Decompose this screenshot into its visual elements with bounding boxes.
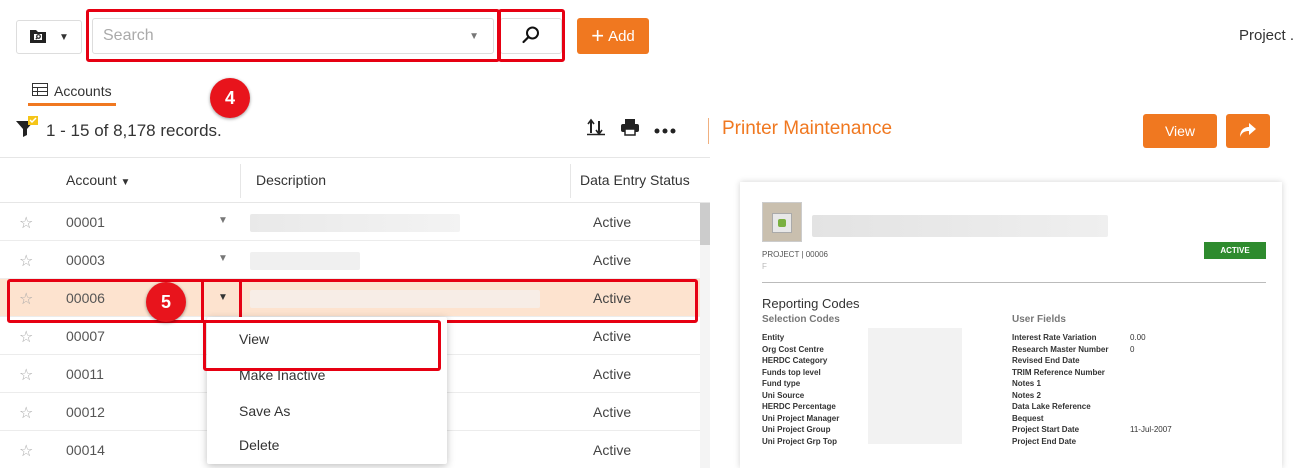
status-cell: Active xyxy=(593,404,632,420)
menu-item-make-inactive[interactable]: Make Inactive xyxy=(239,367,325,383)
selection-codes-list: Entity Org Cost Centre HERDC Category Fu… xyxy=(762,333,840,446)
status-cell: Active xyxy=(593,442,632,458)
status-cell: Active xyxy=(593,366,632,382)
star-icon[interactable]: ☆ xyxy=(19,251,33,271)
account-cell: 00011 xyxy=(66,366,104,382)
star-icon[interactable]: ☆ xyxy=(19,403,33,423)
tab-accounts[interactable]: Accounts xyxy=(28,78,116,106)
status-badge: ACTIVE xyxy=(1204,242,1266,259)
column-header-account[interactable]: Account ▼ xyxy=(66,172,130,188)
star-icon[interactable]: ☆ xyxy=(19,365,33,385)
row-menu-caret-icon[interactable]: ▼ xyxy=(206,280,240,314)
plus-icon: + xyxy=(591,23,605,48)
toolbar-divider xyxy=(708,118,709,144)
menu-item-view[interactable]: View xyxy=(239,331,269,347)
star-icon[interactable]: ☆ xyxy=(19,213,33,233)
record-title: Printer Maintenance xyxy=(722,118,893,139)
search-box: ▼ xyxy=(92,18,494,54)
preview-subtitle-2: F xyxy=(762,262,767,271)
column-divider xyxy=(570,164,571,198)
project-label[interactable]: Project . xyxy=(1239,27,1293,44)
column-divider xyxy=(240,164,241,198)
preview-title-redacted xyxy=(812,215,1108,237)
chevron-down-icon[interactable]: ▼ xyxy=(469,31,479,42)
view-button[interactable]: View xyxy=(1143,114,1217,148)
table-icon xyxy=(32,82,48,99)
divider xyxy=(762,282,1266,283)
annotation-badge-5: 5 xyxy=(146,282,186,322)
account-cell: 00001 xyxy=(66,214,105,230)
selection-values-redacted xyxy=(868,328,962,444)
description-cell-redacted xyxy=(250,290,540,308)
more-icon[interactable] xyxy=(654,121,676,139)
scrollbar-thumb[interactable] xyxy=(700,203,710,245)
account-cell: 00012 xyxy=(66,404,105,420)
star-icon[interactable]: ☆ xyxy=(19,289,33,309)
record-preview-card: PROJECT | 00006 F ACTIVE Reporting Codes… xyxy=(740,182,1282,468)
table-scrollbar[interactable] xyxy=(700,203,710,468)
menu-item-delete[interactable]: Delete xyxy=(239,437,279,453)
next-record-button[interactable] xyxy=(1226,114,1270,148)
user-fields-heading: User Fields xyxy=(1012,314,1066,325)
add-button[interactable]: + Add xyxy=(577,18,649,54)
selection-codes-heading: Selection Codes xyxy=(762,314,840,325)
star-icon[interactable]: ☆ xyxy=(19,327,33,347)
chevron-down-icon: ▼ xyxy=(59,31,69,43)
column-header-description[interactable]: Description xyxy=(256,172,326,188)
status-cell: Active xyxy=(593,214,632,230)
star-icon[interactable]: ☆ xyxy=(19,441,33,461)
reporting-codes-heading: Reporting Codes xyxy=(762,296,860,311)
row-context-menu: View Make Inactive Save As Delete xyxy=(207,317,447,464)
list-toolbar xyxy=(586,118,676,141)
tab-accounts-label: Accounts xyxy=(54,82,112,99)
search-icon xyxy=(521,25,541,48)
table-header: Account ▼ Description Data Entry Status xyxy=(0,157,710,203)
print-icon[interactable] xyxy=(620,118,640,141)
sort-icon[interactable] xyxy=(586,118,606,141)
status-cell: Active xyxy=(593,290,632,306)
preview-subtitle: PROJECT | 00006 xyxy=(762,250,828,259)
next-record-icon xyxy=(1238,121,1258,142)
sort-desc-icon: ▼ xyxy=(120,177,131,188)
folder-menu-button[interactable]: ▼ xyxy=(16,20,82,54)
column-header-status[interactable]: Data Entry Status xyxy=(580,172,690,188)
description-cell-redacted xyxy=(250,252,360,270)
status-cell: Active xyxy=(593,252,632,268)
account-cell: 00007 xyxy=(66,328,105,344)
account-cell: 00006 xyxy=(66,290,105,306)
row-menu-caret-icon[interactable]: ▼ xyxy=(218,215,228,226)
annotation-badge-4: 4 xyxy=(210,78,250,118)
table-row[interactable]: ☆ 00001 ▼ Active xyxy=(0,203,700,241)
table-row[interactable]: ☆ 00003 ▼ Active xyxy=(0,241,700,279)
records-summary: 1 - 15 of 8,178 records. xyxy=(14,116,222,145)
table-row-selected[interactable]: ☆ 00006 ▼ Active xyxy=(0,279,700,317)
description-cell-redacted xyxy=(250,214,460,232)
account-cell: 00003 xyxy=(66,252,105,268)
search-button[interactable] xyxy=(500,18,562,54)
folder-search-icon xyxy=(29,28,47,47)
add-button-label: Add xyxy=(608,27,635,45)
top-bar: ▼ ▼ + Add Project . xyxy=(0,0,1293,78)
user-field-values: 0.00 0 11-Jul-2007 xyxy=(1130,333,1172,434)
row-menu-caret-icon[interactable]: ▼ xyxy=(218,253,228,264)
user-fields-list: Interest Rate Variation Research Master … xyxy=(1012,333,1109,446)
search-input[interactable] xyxy=(93,19,493,53)
menu-item-save-as[interactable]: Save As xyxy=(239,403,290,419)
account-cell: 00014 xyxy=(66,442,105,458)
status-cell: Active xyxy=(593,328,632,344)
filter-icon[interactable] xyxy=(14,116,38,145)
records-count: 1 - 15 of 8,178 records. xyxy=(46,120,222,140)
record-thumbnail xyxy=(762,202,802,242)
